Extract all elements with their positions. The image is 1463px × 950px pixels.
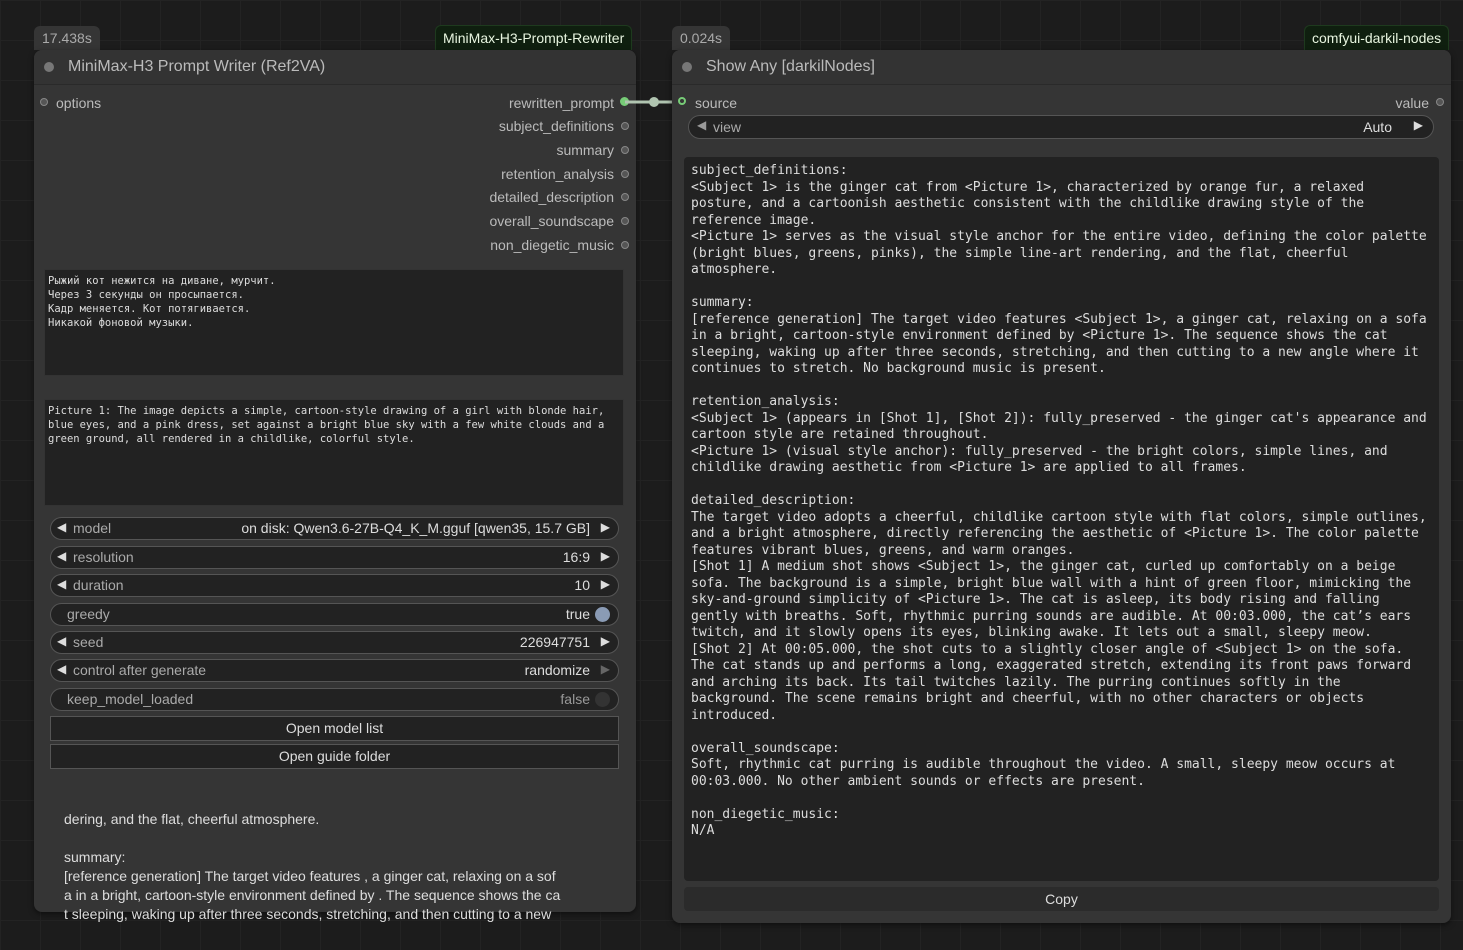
output-text-display[interactable]: subject_definitions: <Subject 1> is the … — [684, 157, 1439, 881]
collapse-dot-icon[interactable] — [682, 62, 692, 72]
arrow-right-icon[interactable]: ▶ — [1414, 118, 1423, 132]
copy-button[interactable]: Copy — [684, 887, 1439, 911]
view-value: Auto — [1363, 119, 1392, 135]
view-label: view — [713, 119, 742, 135]
node-header[interactable]: Show Any [darkilNodes] — [672, 50, 1451, 85]
exec-time-badge: 0.024s — [672, 26, 731, 50]
view-combo[interactable]: ◀ view Auto ▶ — [688, 115, 1434, 139]
node-source-badge: comfyui-darkil-nodes — [1304, 25, 1450, 50]
arrow-left-icon[interactable]: ◀ — [697, 118, 706, 132]
input-slot-dot-icon[interactable] — [678, 97, 686, 105]
input-slot-source: source — [695, 95, 738, 111]
output-slot-dot-icon[interactable] — [1436, 98, 1444, 106]
show-any-node[interactable]: Show Any [darkilNodes] source value ◀ vi… — [672, 50, 1451, 923]
output-slot-value: value — [1395, 95, 1429, 111]
node-title: Show Any [darkilNodes] — [706, 58, 875, 75]
